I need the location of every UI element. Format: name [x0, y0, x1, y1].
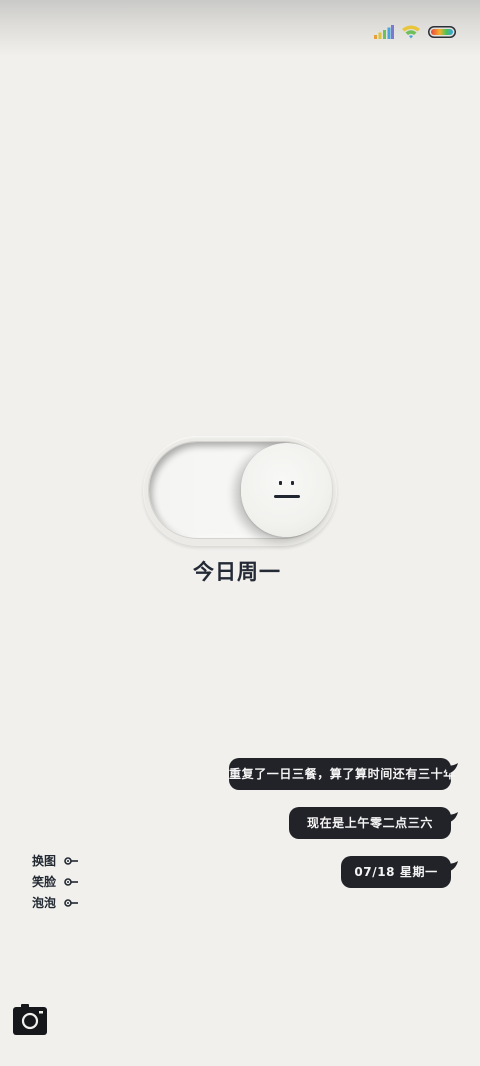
menu-item-label: 换图	[32, 854, 57, 868]
bubble-tail-icon	[444, 812, 458, 823]
neutral-face-icon	[274, 481, 300, 498]
key-icon	[64, 877, 78, 886]
key-icon	[64, 856, 78, 865]
chat-bubble-text: 重复了一日三餐，算了算时间还有三十年	[229, 767, 456, 781]
menu-item-bubbles[interactable]: 泡泡	[32, 892, 78, 913]
camera-button[interactable]	[13, 1003, 47, 1035]
signal-bars-icon	[374, 25, 394, 39]
chat-bubble: 现在是上午零二点三六	[289, 807, 458, 839]
key-icon	[64, 898, 78, 907]
menu-item-label: 泡泡	[32, 896, 57, 910]
chat-bubble-text: 现在是上午零二点三六	[306, 816, 433, 830]
menu-item-smiley[interactable]: 笑脸	[32, 871, 78, 892]
day-label: 今日周一	[193, 560, 281, 584]
bubble-tail-icon	[444, 861, 458, 872]
chat-bubble: 重复了一日三餐，算了算时间还有三十年	[229, 758, 458, 790]
battery-icon	[428, 26, 456, 38]
camera-icon	[13, 1004, 47, 1035]
menu-item-label: 笑脸	[32, 875, 57, 889]
toggle-knob[interactable]	[241, 443, 332, 537]
chat-bubble-text: 07/18 星期一	[354, 865, 438, 879]
side-menu: 换图 笑脸 泡泡	[32, 850, 78, 913]
status-bar	[374, 22, 456, 42]
wifi-icon	[402, 25, 420, 39]
menu-item-change-image[interactable]: 换图	[32, 850, 78, 871]
bubble-tail-icon	[444, 763, 458, 774]
chat-bubble: 07/18 星期一	[341, 856, 458, 888]
